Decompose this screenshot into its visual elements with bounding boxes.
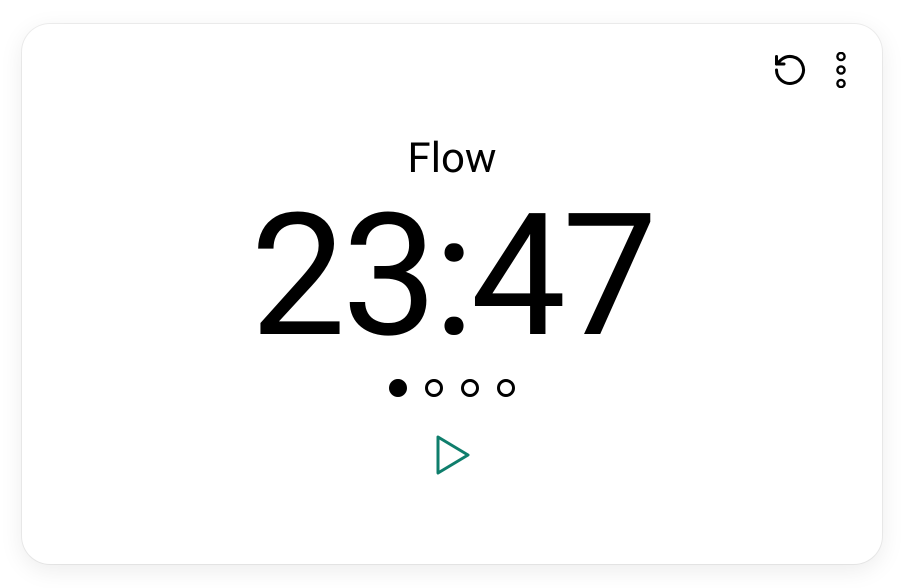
more-icon — [836, 52, 846, 91]
progress-dots — [389, 379, 515, 397]
timer-card: Flow 23:47 — [22, 24, 882, 564]
timer-display: 23:47 — [250, 191, 653, 361]
progress-dot — [389, 379, 407, 397]
reset-icon — [772, 52, 808, 91]
progress-dot — [497, 379, 515, 397]
top-actions — [772, 52, 846, 91]
more-button[interactable] — [836, 52, 846, 91]
play-icon — [432, 433, 472, 480]
progress-dot — [461, 379, 479, 397]
progress-dot — [425, 379, 443, 397]
reset-button[interactable] — [772, 52, 808, 91]
play-button[interactable] — [428, 429, 476, 484]
